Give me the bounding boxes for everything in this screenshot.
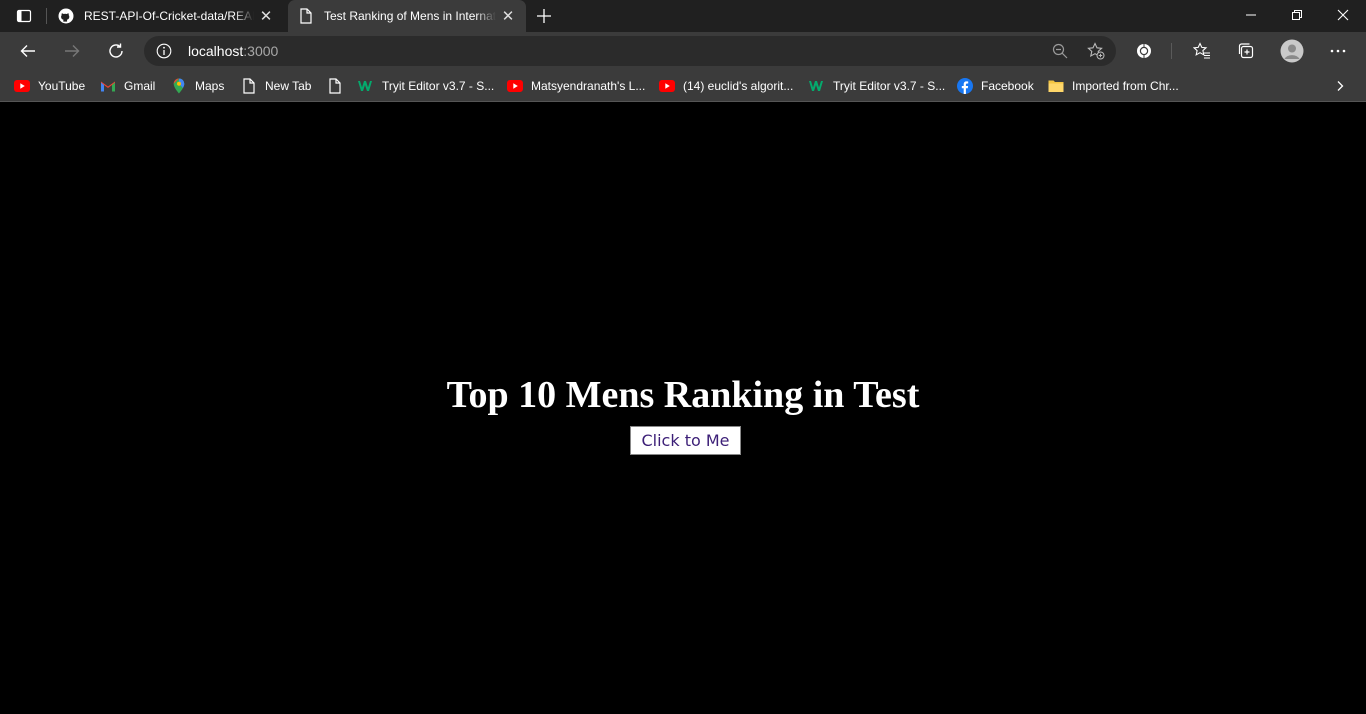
bookmark-label: YouTube — [38, 79, 86, 93]
bookmark-label: Facebook — [981, 79, 1034, 93]
bookmark-label: Imported from Chr... — [1072, 79, 1179, 93]
bookmark-folder-imported[interactable]: Imported from Chr... — [1048, 76, 1179, 96]
toolbar-divider — [1171, 43, 1172, 59]
bookmark-youtube[interactable]: YouTube — [14, 76, 85, 96]
favorites-button[interactable] — [1186, 35, 1218, 67]
back-arrow-icon — [20, 45, 35, 57]
restore-icon — [1292, 10, 1302, 20]
collections-button[interactable] — [1230, 35, 1262, 67]
page-icon — [298, 8, 314, 24]
restore-button[interactable] — [1274, 0, 1320, 30]
add-favorite-icon[interactable] — [1086, 41, 1106, 61]
github-icon — [58, 8, 74, 24]
bookmark-label: Gmail — [124, 79, 156, 93]
folder-icon — [1048, 78, 1064, 94]
tab-actions-button[interactable] — [8, 4, 40, 28]
forward-button[interactable] — [56, 35, 88, 67]
avatar-icon — [1280, 39, 1304, 63]
bookmark-facebook[interactable]: Facebook — [957, 76, 1034, 96]
zoom-icon[interactable] — [1050, 41, 1070, 61]
tab-github-readme[interactable]: REST-API-Of-Cricket-data/README ✕ — [48, 0, 284, 32]
bookmark-tryit-editor-2[interactable]: Tryit Editor v3.7 - S... — [809, 76, 945, 96]
bookmark-label: Matsyendranath's L... — [531, 79, 646, 93]
youtube-icon — [507, 78, 523, 94]
w3schools-icon — [809, 78, 825, 94]
maps-icon — [171, 78, 187, 94]
tab-test-ranking[interactable]: Test Ranking of Mens in International ✕ — [288, 0, 526, 32]
more-icon — [1330, 49, 1346, 53]
bookmark-maps[interactable]: Maps — [171, 76, 224, 96]
close-window-button[interactable] — [1320, 0, 1366, 30]
bookmark-untitled[interactable] — [327, 76, 351, 96]
url-port: :3000 — [243, 43, 279, 59]
tab-title: Test Ranking of Mens in International — [324, 9, 496, 23]
click-to-me-button[interactable]: Click to Me — [630, 426, 741, 455]
extension-icon — [1137, 44, 1151, 58]
youtube-icon — [14, 78, 30, 94]
profile-button[interactable] — [1276, 35, 1308, 67]
bookmark-tryit-editor-1[interactable]: Tryit Editor v3.7 - S... — [358, 76, 494, 96]
bookmark-label: Tryit Editor v3.7 - S... — [382, 79, 495, 93]
collections-icon — [1238, 43, 1254, 59]
url-host: localhost — [188, 43, 244, 59]
favorites-icon — [1193, 42, 1210, 59]
bookmark-label: Tryit Editor v3.7 - S... — [833, 79, 946, 93]
w3schools-icon — [358, 78, 374, 94]
bookmark-gmail[interactable]: Gmail — [100, 76, 155, 96]
url-text[interactable]: localhost:3000 — [188, 43, 278, 59]
back-button[interactable] — [12, 35, 44, 67]
bookmark-new-tab[interactable]: New Tab — [241, 76, 311, 96]
facebook-icon — [957, 78, 973, 94]
bookmark-matsyendranath[interactable]: Matsyendranath's L... — [507, 76, 645, 96]
bookmark-label: (14) euclid's algorit... — [683, 79, 794, 93]
tab-divider — [46, 8, 47, 24]
close-tab-icon[interactable]: ✕ — [254, 4, 278, 28]
browser-toolbar: localhost:3000 — [0, 32, 1366, 70]
page-icon — [327, 78, 343, 94]
site-info-icon[interactable] — [156, 43, 172, 59]
tab-strip: REST-API-Of-Cricket-data/README ✕ Test R… — [0, 0, 1366, 32]
more-bookmarks-button[interactable] — [1330, 76, 1350, 96]
bookmark-label: New Tab — [265, 79, 312, 93]
bookmark-label: Maps — [195, 79, 225, 93]
plus-icon — [537, 9, 551, 23]
refresh-icon — [109, 43, 123, 58]
new-tab-button[interactable] — [530, 4, 558, 28]
address-bar[interactable]: localhost:3000 — [144, 36, 1116, 66]
extension-button[interactable] — [1128, 35, 1160, 67]
settings-more-button[interactable] — [1322, 35, 1354, 67]
page-icon — [241, 78, 257, 94]
minimize-icon — [1246, 14, 1256, 16]
chevron-right-icon — [1337, 81, 1344, 91]
youtube-icon — [659, 78, 675, 94]
page-content: Top 10 Mens Ranking in Test Click to Me — [0, 103, 1366, 714]
tab-title: REST-API-Of-Cricket-data/README — [84, 9, 254, 23]
gmail-icon — [100, 78, 116, 94]
page-heading: Top 10 Mens Ranking in Test — [446, 374, 920, 416]
close-icon — [1337, 9, 1349, 21]
bookmark-euclid[interactable]: (14) euclid's algorit... — [659, 76, 793, 96]
forward-arrow-icon — [65, 45, 80, 57]
tab-actions-icon — [16, 9, 32, 23]
refresh-button[interactable] — [100, 35, 132, 67]
minimize-button[interactable] — [1228, 0, 1274, 30]
close-tab-icon[interactable]: ✕ — [496, 4, 520, 28]
bookmarks-bar: YouTube Gmail Maps New Tab Tryit Editor … — [0, 70, 1366, 102]
